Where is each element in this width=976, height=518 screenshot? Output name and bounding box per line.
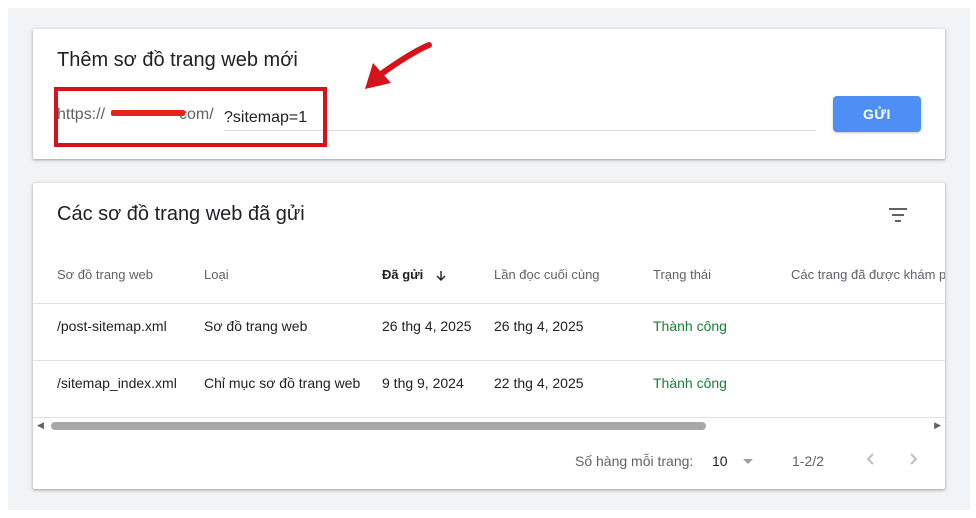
cell-sitemap[interactable]: /post-sitemap.xml [57, 318, 167, 334]
annotation-arrow-icon [365, 42, 432, 89]
pagination-range: 1-2/2 [792, 453, 824, 469]
next-page-button[interactable] [901, 447, 925, 471]
column-header-submitted-label: Đã gửi [382, 267, 424, 282]
horizontal-scrollbar[interactable]: ◀ ▶ [33, 417, 945, 431]
filter-icon[interactable] [886, 203, 910, 227]
scroll-left-icon[interactable]: ◀ [37, 420, 44, 431]
scrollbar-thumb[interactable] [51, 422, 706, 430]
cell-type: Sơ đồ trang web [204, 318, 308, 334]
submitted-sitemaps-title: Các sơ đồ trang web đã gửi [57, 203, 305, 225]
rows-per-page-label: Số hàng mỗi trang: [575, 453, 694, 469]
cell-submitted: 9 thg 9, 2024 [382, 375, 464, 391]
column-header-type[interactable]: Loại [204, 267, 229, 282]
row-divider [33, 360, 945, 361]
submit-button[interactable]: GỬI [833, 96, 921, 132]
cell-type: Chỉ mục sơ đồ trang web [204, 375, 361, 391]
column-header-submitted[interactable]: Đã gửi [382, 267, 447, 282]
cell-submitted: 26 thg 4, 2025 [382, 318, 472, 334]
column-header-pages-discovered[interactable]: Các trang đã được khám p [791, 267, 945, 282]
caret-down-icon[interactable] [742, 458, 754, 466]
sitemaps-table: Sơ đồ trang web Loại Đã gửi Lần đọc cuối… [33, 253, 945, 417]
cell-status: Thành công [653, 375, 727, 391]
previous-page-button[interactable] [859, 447, 883, 471]
sort-down-arrow-icon [436, 270, 446, 281]
column-header-sitemap[interactable]: Sơ đồ trang web [57, 267, 153, 282]
cell-last-read: 22 thg 4, 2025 [494, 375, 584, 391]
cell-last-read: 26 thg 4, 2025 [494, 318, 584, 334]
scroll-right-icon[interactable]: ▶ [934, 420, 941, 431]
row-divider [33, 303, 945, 304]
column-header-status[interactable]: Trạng thái [653, 267, 711, 282]
pagination-bar: Số hàng mỗi trang: 10 1-2/2 [33, 431, 945, 489]
cell-sitemap[interactable]: /sitemap_index.xml [57, 375, 177, 391]
annotation-highlight-box [54, 87, 327, 147]
submitted-sitemaps-card: Các sơ đồ trang web đã gửi Sơ đồ trang w… [33, 183, 945, 489]
column-header-last-read[interactable]: Lần đọc cuối cùng [494, 267, 600, 282]
add-sitemap-title: Thêm sơ đồ trang web mới [57, 49, 298, 71]
rows-per-page-select[interactable]: 10 [712, 453, 728, 469]
cell-status: Thành công [653, 318, 727, 334]
add-sitemap-card: Thêm sơ đồ trang web mới https://com/ GỬ… [33, 29, 945, 159]
